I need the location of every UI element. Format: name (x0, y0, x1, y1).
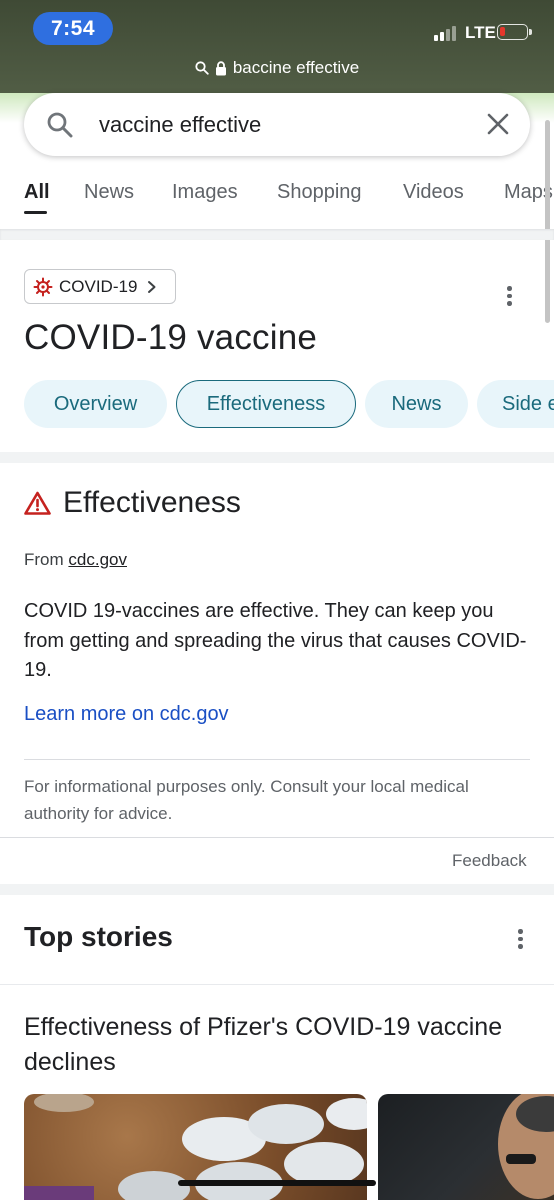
feedback-link[interactable]: Feedback (452, 851, 527, 871)
source-prefix: From (24, 550, 64, 569)
pill-news[interactable]: News (365, 380, 468, 428)
search-box[interactable]: vaccine effective (24, 93, 530, 156)
home-indicator[interactable] (178, 1180, 376, 1186)
divider (0, 837, 554, 838)
story-headline[interactable]: Effectiveness of Pfizer's COVID-19 vacci… (24, 1010, 504, 1080)
disclaimer-text: For informational purposes only. Consult… (24, 777, 469, 823)
learn-more-link[interactable]: Learn more on cdc.gov (24, 703, 229, 726)
source-line: From cdc.gov (24, 550, 127, 570)
pill-overview[interactable]: Overview (24, 380, 167, 428)
tab-videos[interactable]: Videos (403, 181, 464, 204)
url-bar[interactable]: baccine effective (0, 58, 554, 78)
topic-chip-covid19[interactable]: COVID-19 (24, 269, 176, 304)
more-options-icon[interactable] (507, 286, 513, 309)
divider (0, 984, 554, 985)
url-text: baccine effective (232, 58, 360, 77)
effectiveness-header: Effectiveness (24, 486, 241, 520)
effectiveness-title: Effectiveness (63, 486, 241, 519)
warning-icon (24, 491, 51, 515)
virus-icon (33, 277, 53, 296)
chip-label: COVID-19 (59, 276, 138, 296)
signal-strength-icon (434, 26, 456, 41)
top-stories-title: Top stories (24, 921, 173, 952)
search-icon[interactable] (46, 111, 74, 139)
active-tab-indicator (24, 211, 47, 214)
tab-shopping[interactable]: Shopping (277, 181, 362, 204)
search-input[interactable]: vaccine effective (99, 112, 261, 138)
search-icon (195, 61, 209, 75)
page-title: COVID-19 vaccine (24, 318, 318, 357)
tab-images[interactable]: Images (172, 181, 238, 204)
tab-all[interactable]: All (24, 181, 50, 204)
network-type: LTE (465, 23, 496, 42)
lock-icon (215, 60, 226, 75)
status-time: 7:54 (33, 12, 113, 45)
effectiveness-body: COVID 19-vaccines are effective. They ca… (24, 600, 527, 681)
page-scrollbar[interactable] (545, 120, 550, 323)
battery-icon (497, 24, 532, 40)
section-divider (0, 229, 554, 240)
section-divider (0, 884, 554, 895)
search-header: vaccine effective All News Images Shoppi… (0, 93, 554, 230)
section-divider (0, 452, 554, 463)
tab-news[interactable]: News (84, 181, 134, 204)
pill-effectiveness[interactable]: Effectiveness (176, 380, 356, 428)
divider (24, 759, 530, 760)
status-bar: 7:54 LTE baccine effective (0, 0, 554, 93)
close-icon[interactable] (486, 112, 510, 136)
story-thumbnail[interactable] (378, 1094, 554, 1200)
more-options-icon[interactable] (518, 929, 524, 952)
person-image (498, 1094, 554, 1199)
chevron-right-icon (148, 280, 156, 293)
search-tabs: All News Images Shopping Videos Maps (0, 181, 554, 221)
pill-side-effects[interactable]: Side effects (477, 380, 554, 428)
source-link[interactable]: cdc.gov (68, 550, 127, 569)
